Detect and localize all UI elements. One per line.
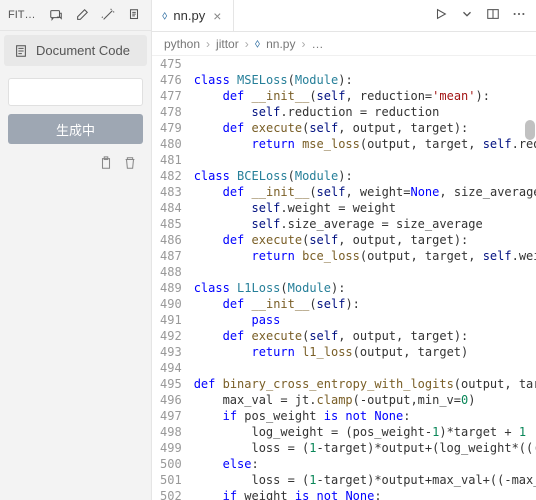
- line-number: 484: [160, 200, 182, 216]
- line-number: 480: [160, 136, 182, 152]
- line-number: 481: [160, 152, 182, 168]
- line-number: 479: [160, 120, 182, 136]
- sidebar-header: FITT…: [0, 0, 151, 31]
- clipboard-icon[interactable]: [99, 156, 113, 173]
- line-number-gutter: 4754764774784794804814824834844854864874…: [152, 56, 194, 500]
- line-number: 487: [160, 248, 182, 264]
- code-line[interactable]: def __init__(self, weight=None, size_ave…: [194, 184, 536, 200]
- code-line[interactable]: else:: [194, 456, 536, 472]
- code-line[interactable]: def binary_cross_entropy_with_logits(out…: [194, 376, 536, 392]
- line-number: 498: [160, 424, 182, 440]
- breadcrumb-seg[interactable]: jittor: [216, 37, 239, 51]
- code-line[interactable]: return bce_loss(output, target, self.wei…: [194, 248, 536, 264]
- new-chat-icon[interactable]: [47, 6, 65, 24]
- line-number: 476: [160, 72, 182, 88]
- generate-button[interactable]: 生成中: [8, 114, 143, 144]
- python-file-icon: ⬨: [255, 36, 260, 51]
- line-number: 502: [160, 488, 182, 500]
- line-number: 488: [160, 264, 182, 280]
- code-line[interactable]: [194, 56, 536, 72]
- line-number: 486: [160, 232, 182, 248]
- chevron-right-icon: ›: [245, 37, 249, 51]
- code-line[interactable]: loss = (1-target)*output+(log_weight*(((…: [194, 440, 536, 456]
- code-line[interactable]: class L1Loss(Module):: [194, 280, 536, 296]
- document-code-item[interactable]: Document Code: [4, 35, 147, 66]
- line-number: 494: [160, 360, 182, 376]
- line-number: 478: [160, 104, 182, 120]
- tab-label: nn.py: [173, 8, 205, 23]
- line-number: 499: [160, 440, 182, 456]
- tab-nn-py[interactable]: ⬨ nn.py ×: [152, 0, 234, 31]
- code-line[interactable]: log_weight = (pos_weight-1)*target + 1: [194, 424, 536, 440]
- code-line[interactable]: def execute(self, output, target):: [194, 120, 536, 136]
- line-number: 485: [160, 216, 182, 232]
- code-line[interactable]: loss = (1-target)*output+max_val+((-max_…: [194, 472, 536, 488]
- chevron-right-icon: ›: [206, 37, 210, 51]
- code-line[interactable]: max_val = jt.clamp(-output,min_v=0): [194, 392, 536, 408]
- line-number: 493: [160, 344, 182, 360]
- trash-icon[interactable]: [123, 156, 137, 173]
- line-number: 482: [160, 168, 182, 184]
- python-file-icon: ⬨: [162, 8, 167, 23]
- edit-icon[interactable]: [73, 6, 91, 24]
- line-number: 495: [160, 376, 182, 392]
- code-content[interactable]: class MSELoss(Module): def __init__(self…: [194, 56, 536, 500]
- code-line[interactable]: [194, 264, 536, 280]
- split-editor-icon[interactable]: [486, 7, 500, 24]
- copy-file-icon[interactable]: [125, 6, 143, 24]
- document-code-label: Document Code: [36, 43, 130, 58]
- wand-icon[interactable]: [99, 6, 117, 24]
- scrollbar-thumb[interactable]: [525, 120, 535, 140]
- line-number: 491: [160, 312, 182, 328]
- line-number: 496: [160, 392, 182, 408]
- line-number: 489: [160, 280, 182, 296]
- more-icon[interactable]: [512, 7, 526, 24]
- code-line[interactable]: self.size_average = size_average: [194, 216, 536, 232]
- document-icon: [14, 44, 28, 58]
- code-line[interactable]: if weight is not None:: [194, 488, 536, 500]
- line-number: 500: [160, 456, 182, 472]
- code-line[interactable]: [194, 360, 536, 376]
- code-line[interactable]: self.reduction = reduction: [194, 104, 536, 120]
- main: ⬨ nn.py × python › jittor › ⬨ nn.py › … …: [152, 0, 536, 500]
- chevron-down-icon[interactable]: [460, 7, 474, 24]
- line-number: 492: [160, 328, 182, 344]
- code-line[interactable]: self.weight = weight: [194, 200, 536, 216]
- breadcrumb-seg[interactable]: …: [311, 37, 323, 51]
- sidebar-input[interactable]: [8, 78, 143, 106]
- sidebar-title: FITT…: [8, 9, 39, 21]
- sidebar-body: 生成中: [0, 70, 151, 185]
- code-line[interactable]: def __init__(self, reduction='mean'):: [194, 88, 536, 104]
- vertical-scrollbar[interactable]: [522, 56, 536, 500]
- code-line[interactable]: class BCELoss(Module):: [194, 168, 536, 184]
- line-number: 477: [160, 88, 182, 104]
- line-number: 497: [160, 408, 182, 424]
- code-line[interactable]: if pos_weight is not None:: [194, 408, 536, 424]
- close-icon[interactable]: ×: [211, 8, 223, 24]
- breadcrumb-seg[interactable]: nn.py: [266, 37, 295, 51]
- code-line[interactable]: [194, 152, 536, 168]
- code-line[interactable]: return l1_loss(output, target): [194, 344, 536, 360]
- sidebar: FITT… Document Code 生成中: [0, 0, 152, 500]
- breadcrumb[interactable]: python › jittor › ⬨ nn.py › …: [152, 32, 536, 56]
- code-line[interactable]: def execute(self, output, target):: [194, 232, 536, 248]
- chevron-right-icon: ›: [301, 37, 305, 51]
- breadcrumb-seg[interactable]: python: [164, 37, 200, 51]
- tab-bar: ⬨ nn.py ×: [152, 0, 536, 32]
- line-number: 475: [160, 56, 182, 72]
- code-line[interactable]: def execute(self, output, target):: [194, 328, 536, 344]
- code-editor[interactable]: 4754764774784794804814824834844854864874…: [152, 56, 536, 500]
- run-icon[interactable]: [434, 7, 448, 24]
- code-line[interactable]: def __init__(self):: [194, 296, 536, 312]
- line-number: 483: [160, 184, 182, 200]
- code-line[interactable]: pass: [194, 312, 536, 328]
- line-number: 501: [160, 472, 182, 488]
- code-line[interactable]: return mse_loss(output, target, self.red…: [194, 136, 536, 152]
- code-line[interactable]: class MSELoss(Module):: [194, 72, 536, 88]
- line-number: 490: [160, 296, 182, 312]
